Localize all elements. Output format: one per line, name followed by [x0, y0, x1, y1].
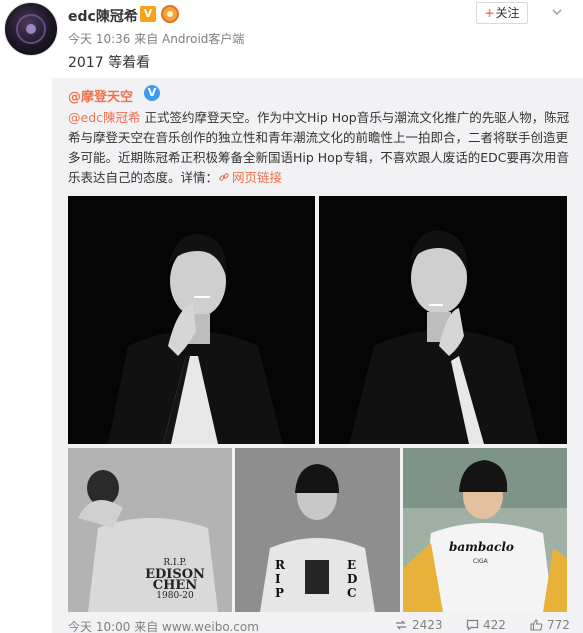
shirt-letter-p: P: [275, 586, 285, 600]
photo-4[interactable]: R I P E D C: [235, 448, 400, 612]
repost-icon: [396, 620, 406, 630]
medal-icon: [161, 5, 179, 23]
vip-badge: V: [140, 6, 156, 22]
photo-2[interactable]: [319, 196, 567, 444]
link-icon: [219, 173, 229, 181]
follow-button[interactable]: +关注: [476, 2, 528, 24]
thumbs-up-icon: [530, 619, 543, 631]
shirt-letter-e: E: [347, 558, 357, 572]
chevron-down-icon[interactable]: [552, 7, 562, 17]
web-link[interactable]: 网页链接: [218, 170, 282, 185]
comment-count: 422: [483, 618, 506, 632]
username[interactable]: edc陳冠希: [68, 6, 138, 26]
original-author[interactable]: @摩登天空: [68, 86, 133, 105]
photo-5[interactable]: bambaclo CIGA: [403, 448, 567, 612]
post-meta: 今天 10:36 来自 Android客户端: [68, 32, 245, 46]
post-text: 2017 等着看: [68, 55, 151, 71]
plus-icon: +: [484, 6, 495, 20]
photo-3[interactable]: R.I.P. EDISON CHEN 1980-20: [68, 448, 232, 612]
repost-card: @摩登天空 V @edc陳冠希 正式签约摩登天空。作为中文Hip Hop音乐与潮…: [52, 78, 583, 633]
original-body: 正式签约摩登天空。作为中文Hip Hop音乐与潮流文化推广的先驱人物，陈冠希与摩…: [68, 110, 570, 185]
shirt-letter-i: I: [275, 572, 281, 586]
web-link-label: 网页链接: [232, 170, 283, 185]
comment-icon: [466, 619, 479, 631]
shirt-print-right: E D C: [347, 558, 357, 600]
avatar[interactable]: [4, 2, 58, 56]
repost-footer: 今天 10:00 来自 www.weibo.com 2423 422 772: [68, 618, 573, 633]
repost-count: 2423: [412, 618, 443, 632]
shirt-print-left: R I P: [275, 558, 285, 600]
shirt-letter-r: R: [275, 558, 285, 572]
avatar-dot: [26, 24, 36, 34]
shirt-subtext: CIGA: [473, 558, 488, 565]
shirt-script: bambaclo: [449, 540, 514, 554]
original-text: @edc陳冠希 正式签约摩登天空。作为中文Hip Hop音乐与潮流文化推广的先驱…: [68, 108, 573, 188]
mention-link[interactable]: @edc陳冠希: [68, 110, 141, 125]
like-count-button[interactable]: 772: [530, 618, 570, 632]
post-header: edc陳冠希 V 今天 10:36 来自 Android客户端 +关注 2017…: [0, 0, 583, 74]
like-count: 772: [547, 618, 570, 632]
photo-1[interactable]: [68, 196, 315, 444]
comment-count-button[interactable]: 422: [466, 618, 506, 632]
verified-icon: V: [144, 85, 160, 101]
repost-meta: 今天 10:00 来自 www.weibo.com: [68, 620, 259, 633]
shirt-print: R.I.P. EDISON CHEN 1980-20: [140, 558, 210, 602]
repost-count-button[interactable]: 2423: [394, 618, 443, 632]
shirt-letter-c: C: [347, 586, 357, 600]
shirt-text-4: 1980-20: [156, 591, 194, 601]
shirt-letter-d: D: [347, 572, 358, 586]
